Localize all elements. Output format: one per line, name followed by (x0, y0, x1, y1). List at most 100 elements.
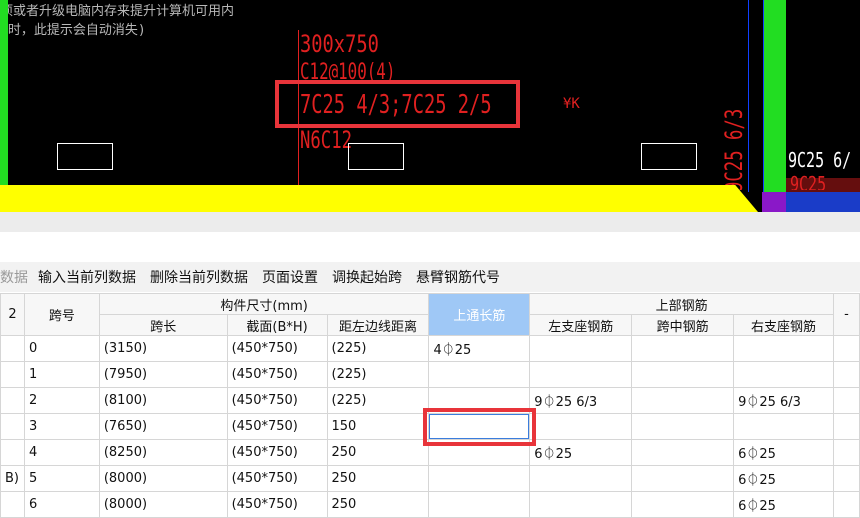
section-cell[interactable]: (450*750) (226, 439, 328, 466)
dist-cell[interactable]: 250 (326, 465, 430, 492)
header-partial-right: - (832, 293, 860, 336)
mid-span-cell[interactable] (631, 387, 735, 414)
blue-column-edge (748, 0, 764, 192)
span-cell[interactable]: 5 (23, 465, 100, 492)
dist-cell[interactable]: 150 (326, 413, 430, 440)
cad-canvas[interactable]: 项或者升级电脑内存来提升计算机可用内 M时，此提示会自动消失) 300x750 … (0, 0, 860, 212)
length-cell[interactable]: (8250) (98, 439, 228, 466)
overflow-cell[interactable] (832, 491, 860, 518)
left-support-cell[interactable] (529, 465, 633, 492)
table-row[interactable]: 0 (3150) (450*750) (225) 4⏀25 (0, 335, 860, 362)
span-cell[interactable]: 2 (23, 387, 100, 414)
header-dist-left-edge: 距左边线距离 (326, 314, 430, 336)
span-cell[interactable]: 4 (23, 439, 100, 466)
panel-spacer (0, 232, 860, 262)
top-continuous-cell[interactable] (428, 361, 531, 388)
mid-span-cell[interactable] (631, 439, 735, 466)
left-support-cell[interactable] (529, 335, 633, 362)
header-section: 截面(B*H) (226, 314, 328, 336)
length-cell[interactable]: (7650) (98, 413, 228, 440)
length-cell[interactable]: (8100) (98, 387, 228, 414)
active-edit-cell[interactable] (422, 407, 536, 446)
top-continuous-cell[interactable] (428, 439, 531, 466)
header-top-rebar: 上部钢筋 (529, 293, 834, 315)
left-support-cell[interactable]: 6⏀25 (529, 439, 633, 466)
table-row[interactable]: 6 (8000) (450*750) 250 6⏀25 (0, 491, 860, 518)
table-row[interactable]: 4 (8250) (450*750) 250 6⏀25 6⏀25 (0, 439, 860, 466)
section-cell[interactable]: (450*750) (226, 465, 328, 492)
beam-slot (641, 143, 697, 170)
mid-span-cell[interactable] (631, 465, 735, 492)
length-cell[interactable]: (3150) (98, 335, 228, 362)
right-support-cell[interactable] (733, 361, 834, 388)
toolbar-partial-item[interactable]: 数据 (0, 267, 28, 287)
left-support-cell[interactable] (529, 491, 633, 518)
delete-current-column-button[interactable]: 删除当前列数据 (150, 267, 248, 287)
memory-warning-line1: 项或者升级电脑内存来提升计算机可用内 (0, 4, 235, 19)
side-bars-label: N6C12 (300, 126, 353, 154)
dist-cell[interactable]: (225) (326, 387, 430, 414)
span-cell[interactable]: 1 (23, 361, 100, 388)
dist-cell[interactable]: 250 (326, 491, 430, 518)
right-support-cell[interactable]: 9⏀25 6/3 (733, 387, 834, 414)
mid-span-cell[interactable] (631, 413, 735, 440)
right-support-cell[interactable] (733, 335, 834, 362)
swap-start-span-button[interactable]: 调换起始跨 (332, 267, 402, 287)
left-support-cell[interactable]: 9⏀25 6/3 (529, 387, 633, 414)
section-cell[interactable]: (450*750) (226, 491, 328, 518)
splitter-bar[interactable] (0, 212, 860, 232)
right-support-cell[interactable]: 6⏀25 (733, 439, 834, 466)
page-setup-button[interactable]: 页面设置 (262, 267, 318, 287)
right-rebar-label-red: 9C25 6/ (790, 172, 827, 190)
mid-span-cell[interactable] (631, 335, 735, 362)
mid-span-cell[interactable] (631, 491, 735, 518)
header-partial-left: 2 (0, 293, 25, 336)
left-support-cell[interactable] (529, 361, 633, 388)
right-support-cell[interactable] (733, 413, 834, 440)
right-support-cell[interactable]: 6⏀25 (733, 465, 834, 492)
mid-span-cell[interactable] (631, 361, 735, 388)
span-cell[interactable]: 6 (23, 491, 100, 518)
row-label-cell: B) (0, 465, 25, 492)
row-label-cell (0, 387, 25, 414)
overflow-cell[interactable] (832, 465, 860, 492)
overflow-cell[interactable] (832, 335, 860, 362)
top-continuous-cell[interactable]: 4⏀25 (428, 335, 531, 362)
top-continuous-cell[interactable] (428, 387, 531, 414)
dist-cell[interactable]: (225) (326, 335, 430, 362)
section-cell[interactable]: (450*750) (226, 361, 328, 388)
beam-strip (0, 185, 758, 212)
header-member-size: 构件尺寸(mm) (98, 293, 430, 315)
annotation-highlight-box (275, 80, 520, 128)
left-support-cell[interactable] (529, 413, 633, 440)
overflow-cell[interactable] (832, 439, 860, 466)
header-top-continuous[interactable]: 上通长筋 (428, 293, 531, 336)
right-support-cell[interactable]: 6⏀25 (733, 491, 834, 518)
top-continuous-cell[interactable] (428, 465, 531, 492)
length-cell[interactable]: (8000) (98, 491, 228, 518)
span-cell[interactable]: 3 (23, 413, 100, 440)
header-right-support: 右支座钢筋 (733, 314, 834, 336)
table-row[interactable]: 1 (7950) (450*750) (225) (0, 361, 860, 388)
dist-cell[interactable]: (225) (326, 361, 430, 388)
overflow-cell[interactable] (832, 387, 860, 414)
section-cell[interactable]: (450*750) (226, 335, 328, 362)
overflow-cell[interactable] (832, 361, 860, 388)
length-cell[interactable]: (8000) (98, 465, 228, 492)
table-row[interactable]: 3 (7650) (450*750) 150 (0, 407, 860, 446)
overflow-cell[interactable] (832, 413, 860, 440)
row-label-cell (0, 491, 25, 518)
table-row[interactable]: B) 5 (8000) (450*750) 250 6⏀25 (0, 465, 860, 492)
header-span-length: 跨长 (98, 314, 228, 336)
span-cell[interactable]: 0 (23, 335, 100, 362)
vertical-rebar-label: 9C25 6/3 (720, 108, 748, 192)
beam-size-label: 300x750 (300, 30, 379, 58)
dist-cell[interactable]: 250 (326, 439, 430, 466)
table-row[interactable]: 2 (8100) (450*750) (225) 9⏀25 6/3 9⏀25 6… (0, 387, 860, 414)
length-cell[interactable]: (7950) (98, 361, 228, 388)
top-continuous-cell[interactable] (428, 491, 531, 518)
input-current-column-button[interactable]: 输入当前列数据 (38, 267, 136, 287)
section-cell[interactable]: (450*750) (226, 387, 328, 414)
section-cell[interactable]: (450*750) (226, 413, 328, 440)
cantilever-code-button[interactable]: 悬臂钢筋代号 (416, 267, 500, 287)
